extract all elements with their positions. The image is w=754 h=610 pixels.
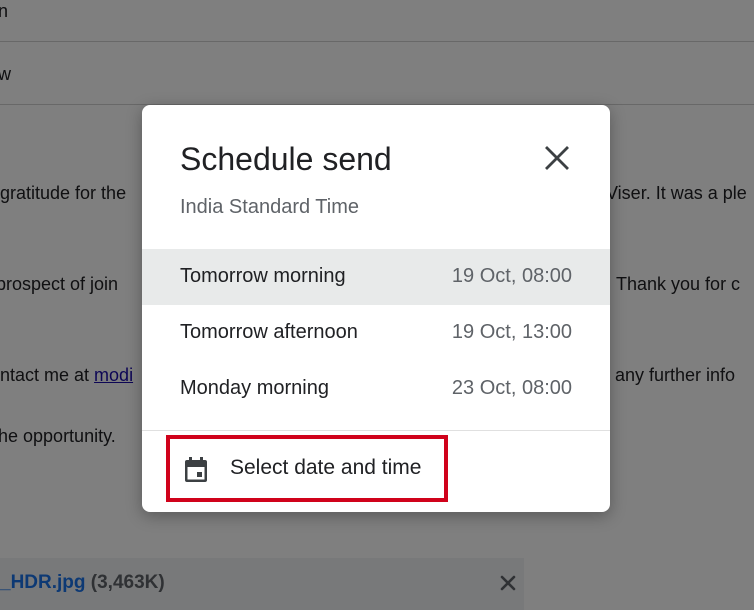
schedule-send-dialog: Schedule send India Standard Time Tomorr… bbox=[142, 105, 610, 512]
option-label: Monday morning bbox=[180, 377, 329, 399]
select-date-and-time-label: Select date and time bbox=[230, 456, 422, 479]
divider bbox=[142, 430, 610, 431]
option-time: 19 Oct, 13:00 bbox=[451, 321, 572, 343]
schedule-option-tomorrow-morning[interactable]: Tomorrow morning 19 Oct, 08:00 bbox=[142, 249, 610, 305]
schedule-option-monday-morning[interactable]: Monday morning 23 Oct, 08:00 bbox=[142, 361, 610, 417]
close-icon[interactable] bbox=[542, 143, 572, 173]
option-label: Tomorrow morning bbox=[180, 265, 346, 287]
option-label: Tomorrow afternoon bbox=[180, 321, 358, 343]
option-time: 23 Oct, 08:00 bbox=[451, 377, 572, 399]
timezone-label: India Standard Time bbox=[180, 196, 359, 218]
dialog-title: Schedule send bbox=[180, 141, 392, 177]
schedule-option-tomorrow-afternoon[interactable]: Tomorrow afternoon 19 Oct, 13:00 bbox=[142, 305, 610, 361]
calendar-icon bbox=[185, 457, 207, 482]
select-date-and-time-button[interactable]: Select date and time bbox=[166, 435, 448, 502]
option-time: 19 Oct, 08:00 bbox=[451, 265, 572, 287]
